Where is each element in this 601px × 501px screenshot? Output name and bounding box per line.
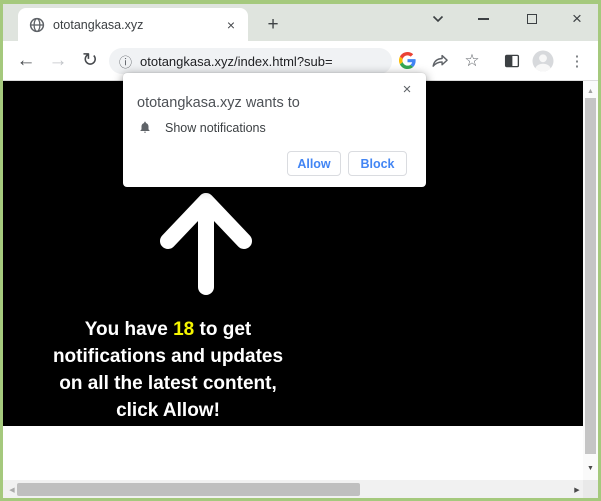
globe-icon [29, 17, 45, 33]
maximize-button[interactable] [521, 7, 543, 31]
avatar [532, 50, 554, 72]
google-g-icon [399, 52, 416, 69]
back-button[interactable]: ← [13, 41, 39, 80]
address-bar[interactable]: ⓘ ototangkasa.xyz/index.html?sub= [109, 48, 392, 74]
tab-close-icon[interactable]: × [222, 16, 240, 34]
horizontal-scrollbar[interactable]: ◀ ▶ [3, 480, 598, 499]
vertical-scrollbar-thumb[interactable] [585, 98, 596, 454]
promo-line-4: click Allow! [3, 397, 333, 424]
side-panel-icon [503, 52, 521, 70]
url-text: ototangkasa.xyz/index.html?sub= [140, 54, 333, 69]
profile-button[interactable] [531, 41, 555, 80]
block-button[interactable]: Block [348, 151, 407, 176]
menu-dots-icon[interactable]: ⋮ [569, 41, 585, 80]
promo-line-1: You have 18 to get [3, 316, 333, 343]
horizontal-scrollbar-thumb[interactable] [17, 483, 360, 496]
bell-icon [138, 120, 152, 135]
tab-title: ototangkasa.xyz [53, 18, 222, 32]
tab-ototangkasa[interactable]: ototangkasa.xyz × [18, 8, 248, 41]
minimize-icon [478, 18, 489, 20]
forward-button[interactable]: → [45, 41, 71, 80]
share-icon [430, 51, 450, 71]
site-info-icon[interactable]: ⓘ [119, 52, 132, 71]
browser-window: ototangkasa.xyz × + × ← → ↻ ⓘ ototangkas… [0, 0, 601, 501]
tab-search-chevron-icon[interactable] [427, 7, 449, 31]
maximize-icon [527, 14, 537, 24]
up-arrow-graphic [158, 191, 254, 295]
side-panel-button[interactable] [501, 41, 523, 80]
scroll-up-icon[interactable]: ▲ [583, 84, 598, 98]
dialog-close-icon[interactable]: × [398, 80, 416, 98]
permission-row: Show notifications [138, 120, 266, 135]
chevron-down-icon [432, 15, 444, 23]
bookmark-star-icon[interactable]: ☆ [462, 41, 482, 80]
notification-permission-dialog: × ototangkasa.xyz wants to Show notifica… [123, 73, 426, 187]
window-close-button[interactable]: × [566, 7, 588, 31]
scroll-right-icon[interactable]: ▶ [570, 480, 584, 499]
vertical-scrollbar[interactable]: ▲ ▼ [583, 81, 598, 480]
scroll-down-icon[interactable]: ▼ [583, 461, 598, 475]
share-button[interactable] [429, 41, 451, 80]
minimize-button[interactable] [472, 7, 494, 31]
scrollbar-corner [583, 480, 598, 499]
permission-label: Show notifications [165, 121, 266, 135]
promo-highlight-number: 18 [173, 319, 194, 340]
reload-button[interactable]: ↻ [77, 41, 103, 80]
new-tab-button[interactable]: + [261, 13, 285, 37]
promo-line-3: on all the latest content, [3, 370, 333, 397]
promo-line-2: notifications and updates [3, 343, 333, 370]
allow-button[interactable]: Allow [287, 151, 341, 176]
tab-strip: ototangkasa.xyz × + × [3, 4, 598, 41]
dialog-title: ototangkasa.xyz wants to [137, 95, 300, 111]
promo-text: You have 18 to get notifications and upd… [3, 316, 333, 424]
